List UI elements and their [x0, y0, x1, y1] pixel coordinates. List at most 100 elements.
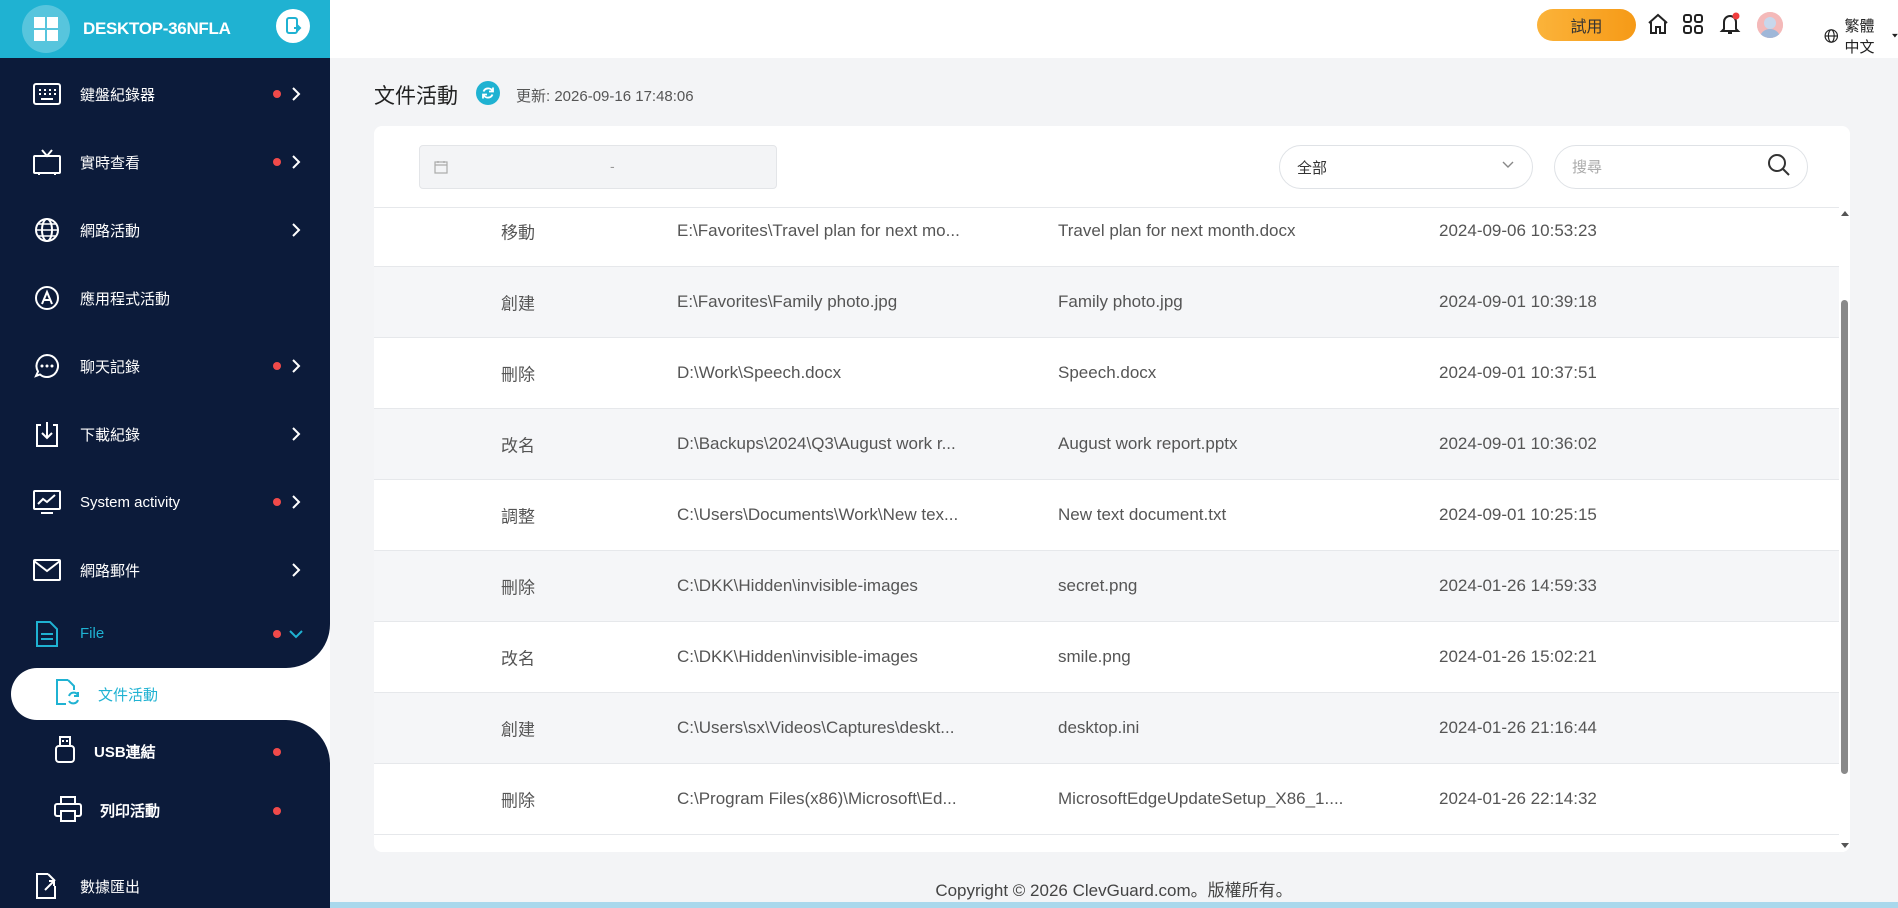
cell-time: 2024-09-01 10:36:02: [1439, 434, 1597, 453]
cell-action: 移動: [501, 223, 535, 243]
usb-icon: [54, 735, 76, 768]
document-icon: [32, 619, 62, 649]
sidebar-item-downloads[interactable]: 下載紀錄: [0, 400, 330, 468]
cell-path: C:\Users\Documents\Work\New tex...: [677, 505, 959, 524]
cell-path: D:\Backups\2024\Q3\August work r...: [677, 434, 956, 453]
sidebar-item-live-view[interactable]: 實時查看: [0, 128, 330, 196]
sidebar-item-label: File: [80, 625, 105, 642]
cell-time: 2024-09-06 10:53:23: [1439, 221, 1597, 240]
sidebar-item-file[interactable]: File: [0, 599, 330, 668]
cell-time: 2024-01-26 15:02:21: [1439, 647, 1597, 666]
cell-path: C:\Program Files(x86)\Microsoft\Ed...: [677, 789, 957, 808]
cell-time: 2024-01-26 14:59:33: [1439, 576, 1597, 595]
date-range-picker[interactable]: -: [419, 145, 777, 189]
table-row: 創建 E:\Favorites\Family photo.jpg Family …: [374, 267, 1839, 338]
language-label: 繁體中文: [1844, 18, 1875, 56]
cell-action: 改名: [501, 649, 535, 669]
cell-action: 刪除: [501, 578, 535, 598]
sidebar-subitem-usb[interactable]: USB連結: [0, 725, 330, 778]
table-row: 改名 C:\DKK\Hidden\invisible-images smile.…: [374, 622, 1839, 693]
bell-icon[interactable]: [1718, 12, 1742, 36]
trial-button[interactable]: 試用: [1537, 9, 1636, 41]
chevron-right-icon: [287, 493, 305, 511]
sidebar-item-label: 應用程式活動: [80, 290, 171, 308]
refresh-icon[interactable]: [476, 81, 500, 105]
sidebar-item-label: System activity: [80, 493, 181, 511]
avatar[interactable]: [1757, 12, 1783, 38]
search-icon[interactable]: [1766, 152, 1792, 178]
cell-action: 改名: [501, 436, 535, 456]
sidebar-item-web-mail[interactable]: 網路郵件: [0, 536, 330, 604]
sidebar-subitem-file-activity[interactable]: 文件活動: [0, 668, 330, 720]
switch-device-button[interactable]: [276, 9, 310, 43]
sidebar-item-keylogger[interactable]: 鍵盤紀錄器: [0, 60, 330, 128]
notification-dot: [273, 806, 281, 815]
file-activity-card: - 全部 移動 E:\Favorites\Travel plan for nex…: [374, 126, 1850, 852]
cell-action: 創建: [501, 720, 535, 740]
notification-dot: [273, 498, 281, 506]
scrollbar-thumb[interactable]: [1841, 300, 1848, 774]
sidebar-item-system-activity[interactable]: System activity: [0, 468, 330, 536]
language-selector[interactable]: 繁體中文: [1824, 15, 1898, 57]
action-type-select[interactable]: 全部: [1279, 145, 1533, 189]
mail-icon: [32, 555, 62, 585]
chevron-right-icon: [287, 561, 305, 579]
apps-grid-icon[interactable]: [1681, 12, 1705, 36]
printer-icon: [54, 795, 82, 826]
app-store-icon: [32, 283, 62, 313]
sidebar-item-label: 文件活動: [98, 686, 159, 704]
cell-path: E:\Favorites\Travel plan for next mo...: [677, 221, 960, 240]
cell-file: August work report.pptx: [1058, 434, 1238, 453]
sidebar-item-app-activity[interactable]: 應用程式活動: [0, 264, 330, 332]
table-row: 創建 C:\Users\sx\Videos\Captures\deskt... …: [374, 693, 1839, 764]
home-icon[interactable]: [1646, 12, 1670, 36]
table-row: 刪除 C:\DKK\Hidden\invisible-images secret…: [374, 551, 1839, 622]
cell-file: smile.png: [1058, 647, 1131, 666]
globe-icon: [32, 215, 62, 245]
cell-file: Speech.docx: [1058, 363, 1157, 382]
scroll-up-arrow-icon[interactable]: [1841, 211, 1849, 216]
sidebar-item-data-export[interactable]: 數據匯出: [0, 856, 330, 908]
chevron-right-icon: [287, 357, 305, 375]
sidebar-item-label: 網路郵件: [80, 562, 141, 580]
table-row: 改名 D:\Backups\2024\Q3\August work r... A…: [374, 409, 1839, 480]
file-group-shape: File: [0, 599, 330, 668]
sidebar-item-label: 實時查看: [80, 154, 141, 172]
sidebar-item-label: 數據匯出: [80, 878, 141, 896]
scroll-down-arrow-icon[interactable]: [1841, 843, 1849, 848]
cell-file: Family photo.jpg: [1058, 292, 1183, 311]
file-activity-table: 移動 E:\Favorites\Travel plan for next mo.…: [374, 207, 1839, 852]
sidebar-item-web-activity[interactable]: 網路活動: [0, 196, 330, 264]
notification-dot: [273, 629, 281, 638]
page-title: 文件活動: [374, 85, 458, 108]
notification-dot: [273, 362, 281, 370]
chevron-right-icon: [287, 153, 305, 171]
caret-down-icon: [1892, 33, 1898, 38]
chevron-right-icon: [287, 221, 305, 239]
notification-dot: [273, 158, 281, 166]
sidebar-item-chat-history[interactable]: 聊天記錄: [0, 332, 330, 400]
cell-file: Travel plan for next month.docx: [1058, 221, 1296, 240]
notification-dot: [273, 90, 281, 98]
chevron-down-icon: [1502, 161, 1514, 168]
chevron-down-icon: [287, 625, 305, 643]
last-updated: 更新: 2026-09-16 17:48:06: [516, 88, 694, 105]
cell-time: 2024-09-01 10:25:15: [1439, 505, 1597, 524]
chevron-right-icon: [287, 85, 305, 103]
cell-action: 調整: [501, 507, 535, 527]
globe-icon: [1824, 29, 1839, 43]
table-row: 刪除 D:\Work\Speech.docx Speech.docx 2024-…: [374, 338, 1839, 409]
sidebar-item-label: 網路活動: [80, 222, 141, 240]
table-row: 刪除 C:\Program Files(x86)\Microsoft\Ed...…: [374, 764, 1839, 835]
sidebar-item-label: 下載紀錄: [80, 426, 141, 444]
cell-action: 刪除: [501, 791, 535, 811]
cell-path: C:\DKK\Hidden\invisible-images: [677, 576, 918, 595]
active-sub-bg: 文件活動: [0, 668, 330, 720]
switch-device-icon: [286, 17, 302, 34]
sidebar-subitem-print[interactable]: 列印活動: [0, 784, 330, 837]
date-range-separator: -: [610, 158, 615, 174]
table-scrollbar[interactable]: [1839, 207, 1850, 852]
cell-time: 2024-09-01 10:39:18: [1439, 292, 1597, 311]
cell-time: 2024-01-26 21:16:44: [1439, 718, 1597, 737]
sidebar-item-label: 鍵盤紀錄器: [80, 86, 156, 104]
